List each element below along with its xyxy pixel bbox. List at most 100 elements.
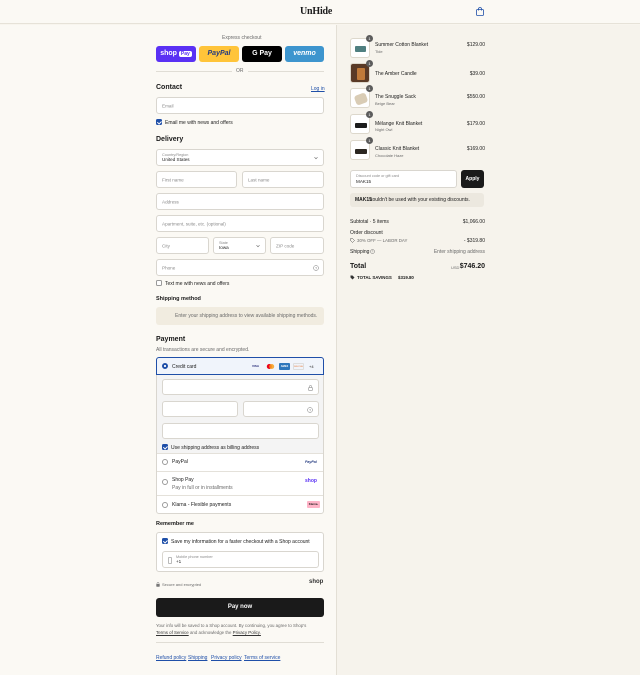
shop-pay-label: Shop Pay [172,477,194,483]
visa-icon: VISA [251,364,259,368]
shopping-bag-icon[interactable] [476,7,484,16]
item-price: $169.00 [466,146,485,152]
more-cards-badge: +4 [309,364,314,369]
item-variant: Beige Bear [375,101,395,106]
zip-placeholder: ZIP code [276,243,295,248]
item-variant: Night Owl [375,127,393,132]
shop-pay-radio[interactable] [162,479,168,485]
name-on-card-field[interactable] [162,423,319,439]
credit-card-radio[interactable] [162,363,168,369]
item-variant: Tide [375,49,383,54]
quantity-badge: 1 [366,85,373,92]
pay-now-button[interactable]: Pay now [156,598,324,617]
tag-icon [350,275,355,280]
shipping-notice: Enter your shipping address to view avai… [156,307,324,325]
footer-link-shipping[interactable]: Shipping [188,655,207,661]
help-icon[interactable]: ? [313,265,319,271]
paypal-option[interactable]: PayPal PayPal [157,453,323,471]
brand-logo[interactable]: UnHide [300,6,332,17]
quantity-badge: 1 [366,111,373,118]
paypal-label: PayPal [172,459,188,465]
order-summary: 1 Summer Cotton Blanket Tide $129.00 1 T… [337,25,640,675]
phone-placeholder: Phone [162,265,176,270]
lock-icon [156,582,160,587]
disclaimer-text: Your info will be saved to a Shop accoun… [156,623,307,628]
login-link[interactable]: Log in [311,86,325,92]
email-field[interactable]: Email [156,97,324,114]
text-offers-checkbox[interactable] [156,280,162,286]
item-variant: Chocolate Haze [375,153,404,158]
billing-same-label: Use shipping address as billing address [171,445,260,451]
news-checkbox[interactable] [156,119,162,125]
shipping-label: Shipping [350,249,370,255]
paypal-button[interactable]: PayPal [199,46,239,62]
paypal-logo-icon: PayPal [305,460,317,464]
mastercard-icon [266,364,275,369]
address-placeholder: Address [162,199,179,204]
shop-pay-button[interactable]: shop Pay [156,46,196,62]
credit-card-option[interactable]: Credit card VISA AMEX DISCOVER +4 [156,357,324,375]
paypal-radio[interactable] [162,459,168,465]
divider [156,642,324,643]
privacy-policy-link[interactable]: Privacy Policy. [233,630,261,635]
mobile-phone-icon [168,557,172,564]
tag-icon [350,238,355,243]
security-code-field[interactable]: ? [243,401,319,417]
item-price: $550.00 [466,94,485,100]
card-fields-panel: ? Use shipping address as billing addres… [157,375,323,453]
help-icon[interactable]: ? [370,249,375,254]
apartment-placeholder: Apartment, suite, etc. (optional) [162,221,226,226]
discount-error-text: couldn't be used with your existing disc… [370,197,470,203]
save-info-checkbox[interactable] [162,538,168,544]
phone-field[interactable]: Phone ? [156,259,324,276]
billing-same-checkbox[interactable] [162,444,168,450]
remember-box: Save my information for a faster checkou… [156,532,324,572]
country-select[interactable]: Country/Region United States [156,149,324,166]
svg-text:?: ? [315,266,317,270]
apartment-field[interactable]: Apartment, suite, etc. (optional) [156,215,324,232]
email-placeholder: Email [162,103,174,108]
klarna-radio[interactable] [162,502,168,508]
state-select[interactable]: State Iowa [213,237,266,254]
google-pay-button[interactable]: G Pay [242,46,282,62]
header: UnHide [0,0,640,24]
mobile-phone-field[interactable]: Mobile phone number +1 [162,551,319,568]
order-discount-label: Order discount [350,230,383,236]
express-checkout-title: Express checkout [222,35,262,41]
help-icon[interactable]: ? [307,407,313,413]
remember-heading: Remember me [156,521,194,527]
apply-button[interactable]: Apply [461,170,484,188]
savings-value: $319.80 [398,275,414,280]
discount-code-field[interactable]: Discount code or gift card MAK15 [350,170,457,188]
chevron-down-icon [314,156,318,160]
footer-link-privacy[interactable]: Privacy policy [211,655,242,661]
item-name: The Snuggle Sack [375,94,416,100]
city-field[interactable]: City [156,237,209,254]
address-field[interactable]: Address [156,193,324,210]
quantity-badge: 1 [366,137,373,144]
shop-pay-badge: Pay [178,51,192,57]
klarna-label: Klarna - Flexible payments [172,502,232,508]
payment-heading: Payment [156,336,186,343]
footer-link-refund[interactable]: Refund policy [156,655,186,661]
zip-field[interactable]: ZIP code [270,237,324,254]
card-number-field[interactable] [162,379,319,395]
item-price: $179.00 [466,121,485,127]
shipping-method-heading: Shipping method [156,296,201,302]
discover-icon: DISCOVER [293,363,304,370]
klarna-option[interactable]: Klarna - Flexible payments Klarna. [157,495,323,513]
divider [248,71,324,72]
venmo-button[interactable]: venmo [285,46,324,62]
last-name-field[interactable]: Last name [242,171,324,188]
shop-pay-option[interactable]: Shop Pay Pay in full or in installments … [157,471,323,495]
mobile-phone-label: Mobile phone number [176,555,213,559]
terms-of-service-link[interactable]: Terms of Service [156,630,189,635]
disclaimer-and: and acknowledge the [189,630,232,635]
footer-link-terms[interactable]: Terms of service [244,655,280,661]
first-name-field[interactable]: First name [156,171,237,188]
expiration-field[interactable] [162,401,238,417]
svg-text:?: ? [309,408,311,412]
contact-heading: Contact [156,84,183,91]
shop-pay-subtitle: Pay in full or in installments [172,485,233,491]
discount-amount: - $319.80 [463,238,485,244]
